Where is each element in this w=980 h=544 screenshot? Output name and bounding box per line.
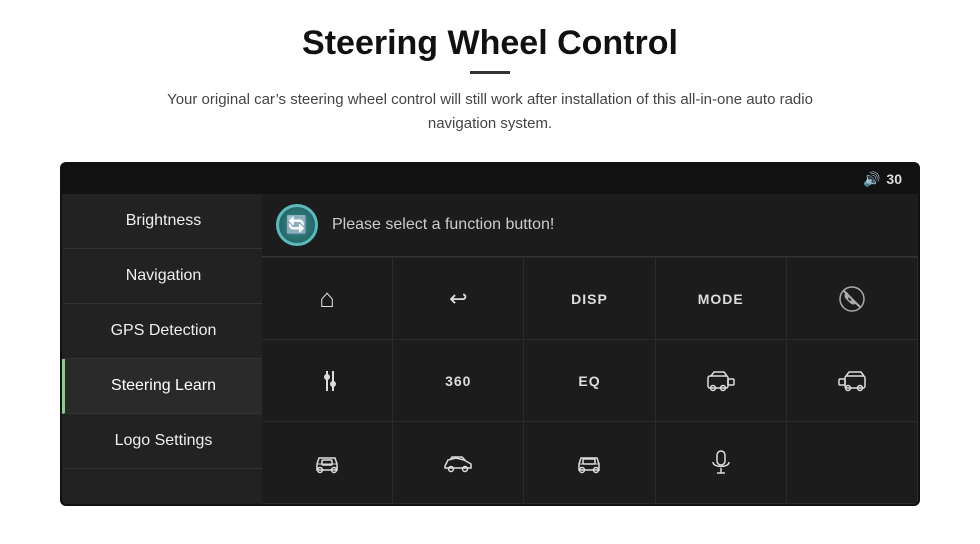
sync-icon: 🔄 — [286, 215, 308, 236]
page-subtitle: Your original car’s steering wheel contr… — [140, 88, 840, 136]
grid-cell-car-camera2[interactable] — [787, 340, 918, 422]
disp-label: DISP — [571, 291, 608, 307]
grid-cell-car-rear[interactable] — [524, 422, 655, 504]
sync-button[interactable]: 🔄 — [276, 204, 318, 246]
house-icon — [319, 283, 335, 314]
grid-cell-car-side[interactable] — [393, 422, 524, 504]
content-area: 🔄 Please select a function button! DISP … — [262, 194, 918, 504]
grid-cell-mic[interactable] — [656, 422, 787, 504]
phone-cancel-icon — [838, 285, 866, 313]
page-title: Steering Wheel Control — [60, 24, 920, 63]
sidebar-item-brightness[interactable]: Brightness — [62, 194, 262, 249]
volume-icon: 🔊 — [863, 171, 880, 188]
grid-cell-360[interactable]: 360 — [393, 340, 524, 422]
car-camera2-icon — [837, 368, 867, 394]
car-side-icon — [442, 452, 474, 474]
grid-cell-mode[interactable]: MODE — [656, 258, 787, 340]
car-front-icon — [313, 450, 341, 476]
device-frame: 🔊 30 Brightness Navigation GPS Detection… — [60, 162, 920, 506]
content-header: 🔄 Please select a function button! — [262, 194, 918, 257]
mode-label: MODE — [698, 291, 744, 307]
device-main: Brightness Navigation GPS Detection Stee… — [62, 194, 918, 504]
grid-cell-disp[interactable]: DISP — [524, 258, 655, 340]
car-rear-icon — [575, 450, 603, 476]
label-360: 360 — [445, 373, 471, 389]
grid-cell-eq[interactable]: EQ — [524, 340, 655, 422]
grid-cell-back[interactable] — [393, 258, 524, 340]
sidebar-item-gps-detection[interactable]: GPS Detection — [62, 304, 262, 359]
sliders-icon — [313, 367, 341, 395]
grid-cell-house[interactable] — [262, 258, 393, 340]
title-divider — [470, 71, 510, 74]
sidebar-item-navigation[interactable]: Navigation — [62, 249, 262, 304]
grid-cell-sliders[interactable] — [262, 340, 393, 422]
select-prompt: Please select a function button! — [332, 216, 554, 234]
sidebar: Brightness Navigation GPS Detection Stee… — [62, 194, 262, 504]
function-grid: DISP MODE — [262, 257, 918, 504]
page-header: Steering Wheel Control Your original car… — [0, 0, 980, 146]
sidebar-item-steering-learn[interactable]: Steering Learn — [62, 359, 262, 414]
device-topbar: 🔊 30 — [62, 164, 918, 194]
eq-label: EQ — [578, 373, 600, 389]
grid-cell-empty — [787, 422, 918, 504]
volume-value: 30 — [886, 171, 902, 187]
grid-cell-phone-cancel[interactable] — [787, 258, 918, 340]
back-icon — [449, 286, 467, 312]
car-camera-icon — [706, 368, 736, 394]
sidebar-item-logo-settings[interactable]: Logo Settings — [62, 414, 262, 469]
grid-cell-car-camera1[interactable] — [656, 340, 787, 422]
mic-icon — [710, 449, 732, 477]
grid-cell-car-front[interactable] — [262, 422, 393, 504]
